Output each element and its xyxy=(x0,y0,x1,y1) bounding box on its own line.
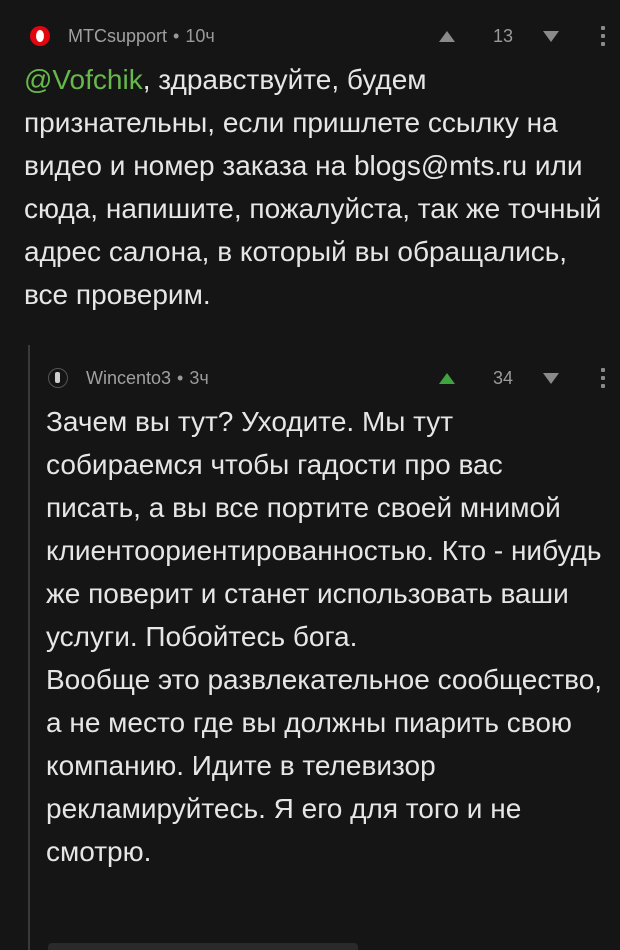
comment-author[interactable]: Wincento3 xyxy=(86,368,171,389)
comment-time: 10ч xyxy=(185,25,215,46)
user-mention-link[interactable]: @Vofchik xyxy=(24,64,143,95)
upvote-icon[interactable] xyxy=(439,30,455,42)
comment-author[interactable]: МТСsupport xyxy=(68,26,167,47)
rating-controls: 34 xyxy=(439,360,605,396)
separator-dot: • xyxy=(173,25,180,46)
more-options-icon[interactable] xyxy=(601,368,605,388)
more-options-icon[interactable] xyxy=(601,26,605,46)
comment-mtssupport: МТСsupport • 10ч 13 @Vofchik, здравствуй… xyxy=(24,18,605,316)
comment-time: 3ч xyxy=(189,367,209,388)
next-comment-edge xyxy=(48,943,358,950)
avatar[interactable] xyxy=(30,26,50,46)
comment-score: 13 xyxy=(492,25,514,46)
comment-score: 34 xyxy=(492,367,514,388)
separator-dot: • xyxy=(177,367,184,388)
comment-body: @Vofchik, здравствуйте, будем признатель… xyxy=(24,58,605,316)
downvote-icon[interactable] xyxy=(543,30,559,42)
comment-body: Зачем вы тут? Уходите. Мы тут собираемся… xyxy=(46,400,605,873)
comment-text: , здравствуйте, будем признательны, если… xyxy=(24,64,602,310)
comment-paragraph: Зачем вы тут? Уходите. Мы тут собираемся… xyxy=(46,406,602,652)
downvote-icon[interactable] xyxy=(543,372,559,384)
comment-wincento3: Wincento3 • 3ч 34 Зачем вы тут? Уходите.… xyxy=(30,360,605,873)
comment-paragraph: Вообще это развлекательное сообщество, а… xyxy=(46,664,603,867)
comment-header: Wincento3 • 3ч 34 xyxy=(48,360,605,396)
rating-controls: 13 xyxy=(439,18,605,54)
avatar[interactable] xyxy=(48,368,68,388)
upvote-icon[interactable] xyxy=(439,372,455,384)
comment-header: МТСsupport • 10ч 13 xyxy=(30,18,605,54)
